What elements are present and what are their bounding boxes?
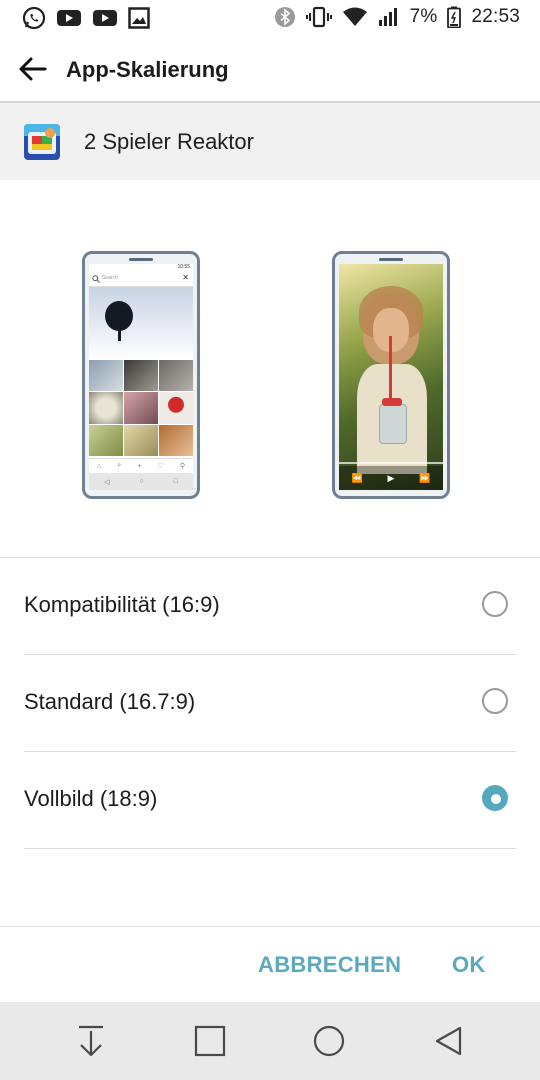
clock: 22:53 [471,6,520,27]
radio-button[interactable] [482,688,508,714]
search-icon [92,275,100,283]
system-navbar [0,1002,540,1080]
close-icon: ✕ [182,273,189,282]
option-label: Vollbild (18:9) [24,786,158,811]
play-icon: ▶ [387,472,395,483]
preview-phone-standard: 10:55 Search ✕ ⌂ ⌕ + ♡ ⚲ ◁ ○ □ [82,251,200,499]
radio-button[interactable] [482,591,508,617]
preview-navbar: ◁ ○ □ [89,473,193,490]
heart-icon: ♡ [157,463,164,470]
system-icons: 7% 22:53 [274,6,520,28]
back-icon: ◁ [104,478,110,486]
square-icon [194,1025,226,1057]
app-icon [24,124,60,160]
radio-button-selected[interactable] [482,785,508,811]
preview-phone-fullscreen: ⏪ ▶ ⏩ [332,251,450,499]
preview-search-placeholder: Search [102,275,118,281]
ok-button[interactable]: OK [452,952,486,978]
whatsapp-icon [22,6,46,30]
status-bar: 7% 22:53 [0,0,540,36]
circle-icon [313,1025,345,1057]
page-title: App-Skalierung [66,57,229,82]
preview-bottom-nav: ⌂ ⌕ + ♡ ⚲ [89,458,193,473]
option-label: Kompatibilität (16:9) [24,592,220,617]
youtube-icon [57,10,81,26]
option-fullscreen[interactable]: Vollbild (18:9) [0,752,540,848]
search-icon: ⌕ [117,462,122,469]
plus-icon: + [137,462,142,470]
preview-clock: 10:55 [177,264,190,270]
preview-video-controls: ⏪ ▶ ⏩ [339,466,443,490]
youtube-icon [93,10,117,26]
vibrate-icon [305,6,332,28]
button-bar-divider [0,926,540,927]
rewind-icon: ⏪ [351,472,363,483]
preview-photo-grid [89,360,193,456]
app-name: 2 Spieler Reaktor [84,129,254,154]
person-icon: ⚲ [179,463,185,470]
back-button[interactable] [16,52,50,86]
app-row [0,103,540,180]
back-arrow-icon [19,57,47,81]
signal-icon [378,8,397,26]
option-compatibility[interactable]: Kompatibilität (16:9) [0,558,540,654]
recents-button[interactable] [194,1024,226,1058]
phone-speaker [129,258,153,261]
phone-speaker [379,258,403,261]
gallery-icon [128,7,150,29]
battery-icon [447,6,462,28]
battery-percent: 7% [409,6,438,27]
preview-screen-video: ⏪ ▶ ⏩ [339,264,443,490]
home-icon: ⌂ [97,462,102,470]
fast-forward-icon: ⏩ [419,472,431,483]
option-standard[interactable]: Standard (16.7:9) [0,655,540,751]
preview-hero-image [89,287,193,359]
bluetooth-icon [274,7,295,27]
back-nav-button[interactable] [432,1024,466,1058]
recents-icon: □ [173,478,178,485]
preview-video-progress [339,462,443,464]
notification-icons [22,6,150,30]
home-button[interactable] [312,1024,346,1058]
home-circle-icon: ○ [139,478,144,485]
triangle-back-icon [435,1026,462,1056]
option-divider [24,848,516,849]
cancel-button[interactable]: ABBRECHEN [258,952,401,978]
option-label: Standard (16.7:9) [24,689,196,714]
pulldown-arrow-icon [79,1025,103,1057]
wifi-icon [342,7,367,26]
notification-pulldown-button[interactable] [72,1024,110,1060]
preview-screen-gallery: 10:55 Search ✕ ⌂ ⌕ + ♡ ⚲ ◁ ○ □ [89,264,193,490]
